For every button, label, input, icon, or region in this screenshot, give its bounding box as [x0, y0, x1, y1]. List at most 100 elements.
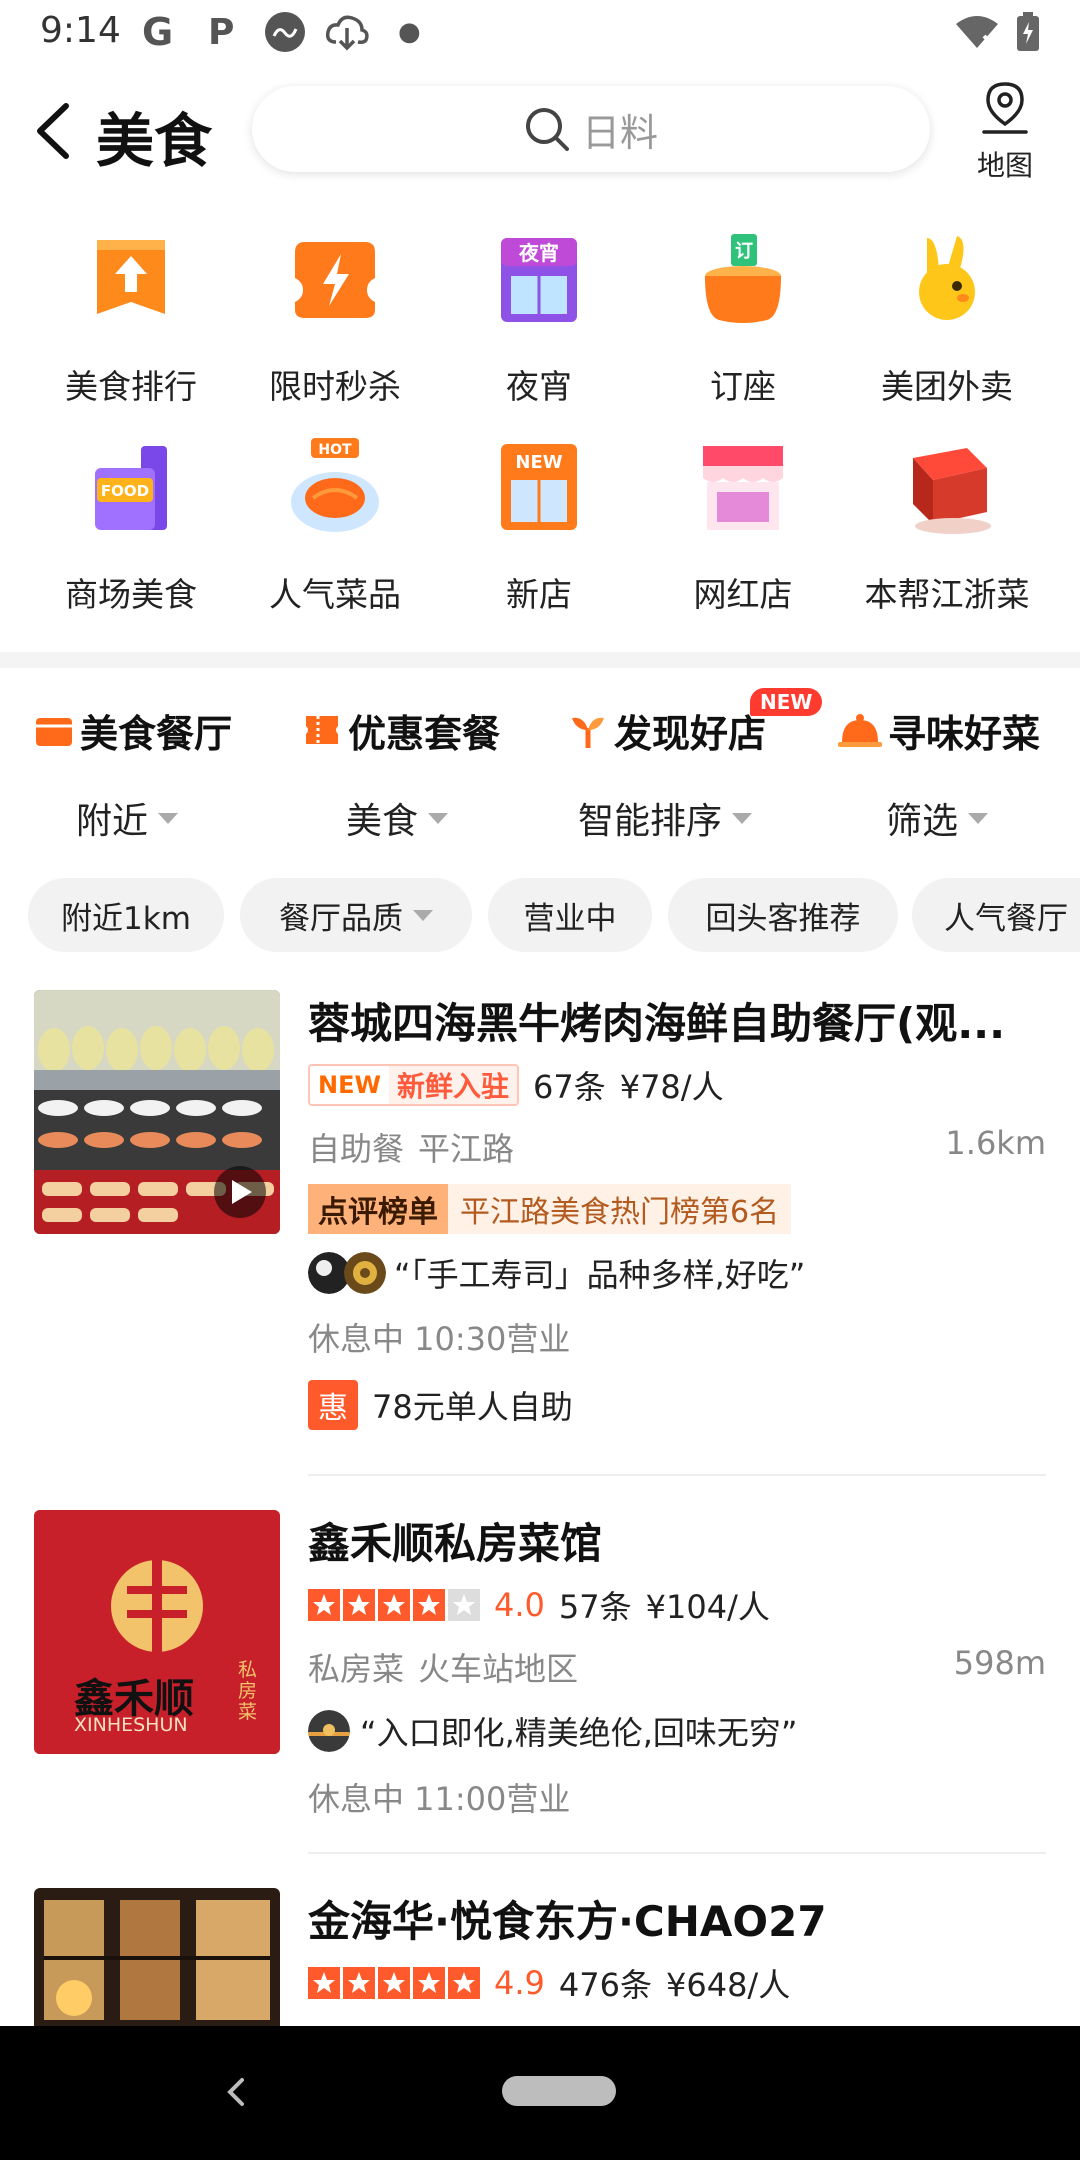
tab-discover[interactable]: 发现好店 [568, 690, 766, 770]
chip-open-now[interactable]: 营业中 [488, 878, 652, 952]
review-count: 57条 [558, 1588, 632, 1626]
quick-filter-chips: 附近1km 餐厅品质 营业中 回头客推荐 人气餐厅 [28, 878, 1080, 954]
star-empty-icon [448, 1589, 480, 1621]
map-button[interactable]: 地图 [960, 80, 1050, 190]
review-count: 67条 [532, 1068, 606, 1106]
chip-returning-customers[interactable]: 回头客推荐 [668, 878, 898, 952]
svg-text:夜宵: 夜宵 [518, 241, 559, 265]
system-nav-bar [0, 2026, 1080, 2160]
review-count: 476条 [558, 1966, 652, 2004]
search-input[interactable]: 日料 [252, 86, 930, 172]
mall-food-icon: FOOD [95, 446, 167, 530]
avatar [344, 1252, 386, 1294]
search-placeholder: 日料 [581, 110, 658, 155]
logo-side-text: 私房菜 [238, 1659, 258, 1723]
jiangzhe-cuisine-icon [913, 448, 991, 534]
restaurant-category: 私房菜 [308, 1650, 405, 1688]
map-label: 地图 [976, 149, 1033, 182]
deal-text: 78元单人自助 [372, 1388, 573, 1426]
avg-price: ¥78/人 [619, 1068, 724, 1106]
dot-icon: ● [398, 17, 421, 47]
dropdown-arrow-icon [968, 812, 989, 824]
status-bar: 9:14 G P ● [0, 0, 1080, 66]
restaurant-distance: 598m [953, 1644, 1046, 1682]
restaurant-photo [34, 990, 280, 1234]
filter-nearby[interactable]: 附近 [76, 792, 179, 844]
avg-price: ¥104/人 [645, 1588, 770, 1626]
rating-value: 4.9 [494, 1964, 545, 2002]
new-badge: NEW [750, 688, 823, 716]
category-night-snack[interactable]: 夜宵 夜宵 [436, 230, 642, 430]
back-button[interactable] [30, 96, 80, 166]
star-icon [308, 1967, 340, 1999]
restaurant-card[interactable]: 蓉城四海黑牛烤肉海鲜自助餐厅(观... NEW 新鲜入驻 67条 ¥78/人 自助… [0, 990, 1080, 1470]
star-icon [343, 1589, 375, 1621]
hot-dish-icon: HOT [291, 438, 379, 532]
restaurant-area: 火车站地区 [418, 1650, 579, 1688]
ticket-icon [306, 716, 338, 744]
review-quote: “入口即化,精美绝伦,回味无穷” [360, 1714, 798, 1752]
star-icon [413, 1589, 445, 1621]
category-influencer-store[interactable]: 网红店 [640, 438, 846, 638]
category-hot-dish[interactable]: HOT 人气菜品 [232, 438, 438, 638]
tab-food-restaurant[interactable]: 美食餐厅 [34, 690, 233, 770]
dropdown-arrow-icon [732, 812, 753, 824]
chip-quality[interactable]: 餐厅品质 [240, 878, 472, 952]
night-snack-icon: 夜宵 [501, 238, 577, 322]
car-icon [264, 12, 306, 52]
new-store-icon: NEW [501, 444, 577, 530]
svg-text:订: 订 [735, 241, 753, 262]
category-reserve[interactable]: 订 订座 [640, 230, 846, 430]
category-ranking[interactable]: 美食排行 [28, 230, 234, 430]
svg-text:HOT: HOT [318, 442, 352, 458]
filter-sort[interactable]: 智能排序 [578, 792, 753, 844]
restaurant-category: 自助餐 [308, 1130, 405, 1168]
dropdown-arrow-icon [413, 909, 433, 921]
new-arrival-tag: NEW 新鲜入驻 [308, 1064, 519, 1106]
restaurant-logo: 鑫禾顺 XINHESHUN 私房菜 [34, 1510, 280, 1754]
category-flash-sale[interactable]: 限时秒杀 [232, 230, 438, 430]
filter-cuisine[interactable]: 美食 [346, 792, 449, 844]
tab-find-dishes[interactable]: 寻味好菜 [838, 690, 1040, 770]
logo-text-en: XINHESHUN [74, 1714, 188, 1736]
list-divider [308, 1474, 1046, 1476]
star-icon [448, 1967, 480, 1999]
nav-home-pill[interactable] [502, 2076, 616, 2106]
ranking-tag[interactable]: 点评榜单 平江路美食热门榜第6名 [308, 1184, 792, 1234]
chip-popular[interactable]: 人气餐厅 [912, 878, 1080, 952]
category-new-store[interactable]: NEW 新店 [436, 438, 642, 638]
battery-icon [1016, 12, 1040, 52]
category-jiangzhe[interactable]: 本帮江浙菜 [844, 438, 1050, 638]
tab-bar: 美食餐厅 优惠套餐 发现好店 寻味好菜 [0, 690, 1080, 770]
rating-value: 4.0 [494, 1586, 545, 1624]
header: 美食 日料 地图 [0, 66, 1080, 206]
category-mall-food[interactable]: FOOD 商场美食 [28, 438, 234, 638]
star-icon [343, 1967, 375, 1999]
chevron-left-icon [37, 103, 69, 159]
star-icon [308, 1589, 340, 1621]
map-pin-icon [982, 82, 1028, 134]
restaurant-card[interactable]: 鑫禾顺 XINHESHUN 私房菜 鑫禾顺私房菜馆 4.0 57条 ¥104/人… [0, 1510, 1080, 1850]
page-title: 美食 [96, 107, 213, 175]
category-takeout[interactable]: 美团外卖 [844, 230, 1050, 430]
nav-back-icon[interactable] [222, 2072, 252, 2112]
wifi-icon [954, 12, 1000, 52]
sprout-icon [572, 717, 604, 748]
filter-screen[interactable]: 筛选 [886, 792, 989, 844]
star-rating [308, 1589, 480, 1621]
restaurant-distance: 1.6km [945, 1124, 1046, 1162]
avatar [308, 1710, 350, 1752]
restaurant-name: 蓉城四海黑牛烤肉海鲜自助餐厅(观... [308, 999, 1006, 1048]
opening-hours: 休息中 10:30营业 [308, 1320, 571, 1358]
star-icon [413, 1967, 445, 1999]
cloche-icon [838, 714, 882, 747]
restaurant-card[interactable]: 金海华·悦食东方·CHAO27 4.9 476条 ¥648/人 [0, 1888, 1080, 2026]
svg-text:NEW: NEW [515, 452, 562, 473]
tab-deals[interactable]: 优惠套餐 [302, 690, 500, 770]
chip-within-1km[interactable]: 附近1km [28, 878, 224, 952]
ranking-icon [97, 240, 165, 314]
search-icon [525, 108, 569, 151]
p-icon: P [208, 11, 235, 53]
list-divider [308, 1852, 1046, 1854]
dropdown-arrow-icon [428, 812, 449, 824]
